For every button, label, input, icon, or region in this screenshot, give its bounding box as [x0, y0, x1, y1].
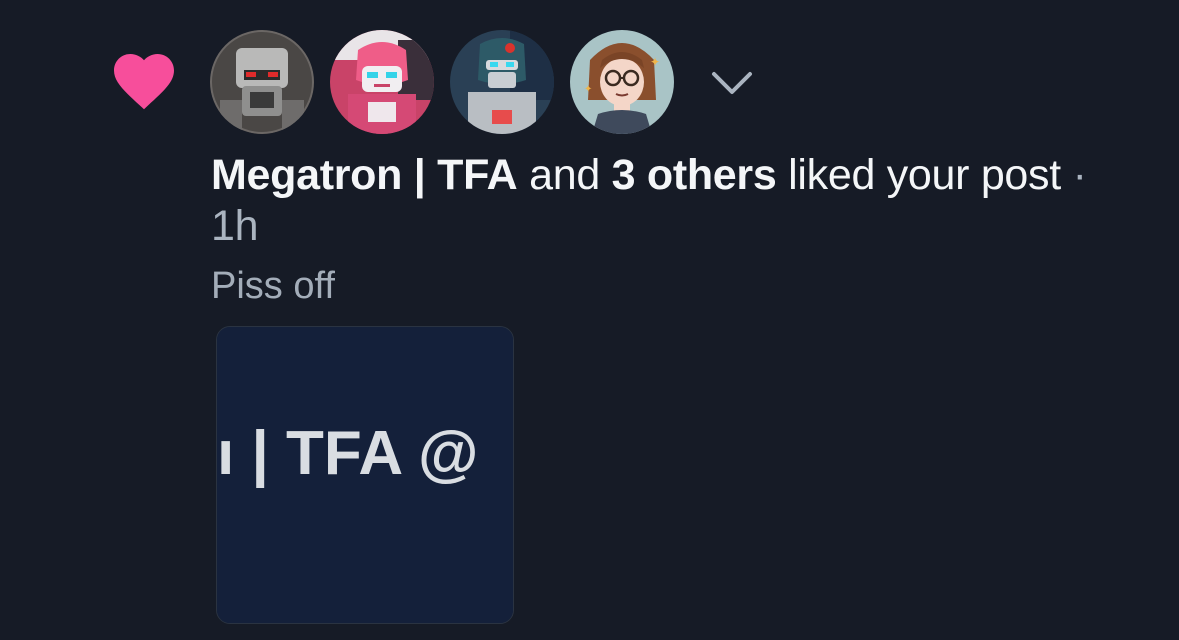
timestamp: 1h: [211, 202, 259, 250]
megatron-avatar[interactable]: [210, 29, 314, 134]
girl-glasses-avatar[interactable]: ✦ ✦: [570, 29, 674, 134]
notification-screen: ✦ ✦ Megatron | TFA and 3 others liked yo…: [0, 0, 1179, 640]
separator-dot: ·: [1072, 151, 1087, 199]
heart-icon: [114, 54, 174, 110]
autobot-avatar[interactable]: [450, 29, 554, 134]
actor-name-link[interactable]: Megatron | TFA: [211, 151, 518, 199]
svg-text:✦: ✦: [584, 84, 592, 95]
liker-avatars: ✦ ✦: [210, 29, 690, 134]
chevron-down-icon[interactable]: [706, 62, 758, 102]
notification-text: Megatron | TFA and 3 others liked your p…: [211, 150, 1091, 252]
post-text: Piss off: [211, 265, 335, 307]
svg-text:✦: ✦: [650, 55, 660, 69]
preview-text: ı | TFA @: [217, 419, 479, 489]
others-link[interactable]: 3 others: [612, 151, 777, 199]
arcee-avatar[interactable]: [330, 29, 434, 134]
action-text: liked your post: [788, 151, 1061, 199]
connector-text: and: [529, 151, 600, 199]
post-preview-image[interactable]: ı | TFA @: [216, 326, 514, 624]
preview-image-content: ı | TFA @: [217, 327, 513, 623]
